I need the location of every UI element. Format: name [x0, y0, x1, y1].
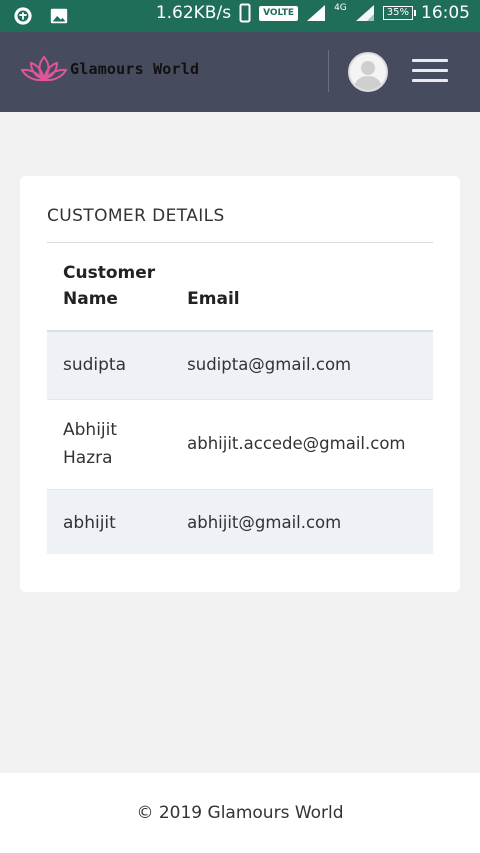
table-row[interactable]: abhijit abhijit@gmail.com 95 — [47, 489, 433, 554]
customer-table: Customer Name Email M sudipta sudipta@gm… — [47, 244, 433, 554]
brand-name: Glamours World — [70, 60, 200, 78]
cell-email: abhijit.accede@gmail.com — [187, 434, 406, 453]
table-row[interactable]: Abhijit Hazra abhijit.accede@gmail.com 9… — [47, 399, 433, 489]
menu-bar-top — [412, 59, 448, 62]
column-header-mobile[interactable]: M — [421, 244, 433, 332]
network-speed: 1.62KB/s — [155, 3, 232, 23]
cell-mobile: 95 — [422, 489, 434, 554]
status-left-icons — [12, 6, 70, 26]
image-notification-icon — [50, 8, 68, 24]
lotus-icon — [20, 55, 68, 82]
user-avatar-icon[interactable] — [348, 52, 388, 92]
signal-icon-2 — [355, 5, 374, 21]
cell-customer-name: abhijit — [63, 513, 116, 533]
volte-badge: VOLTE — [259, 5, 299, 21]
cell-mobile: 95 — [422, 399, 434, 489]
hamburger-menu-icon[interactable] — [412, 59, 448, 85]
cell-customer-name: Abhijit Hazra — [63, 420, 118, 468]
card-title: CUSTOMER DETAILS — [47, 206, 225, 226]
battery-indicator: 35% — [382, 6, 417, 20]
cell-email: sudipta@gmail.com — [187, 355, 352, 375]
table-row[interactable]: sudipta sudipta@gmail.com 98 — [47, 331, 433, 399]
app-header: Glamours World — [0, 32, 480, 112]
table-scroll-container[interactable]: Customer Name Email M sudipta sudipta@gm… — [47, 244, 433, 554]
copyright-text: © 2019 Glamours World — [136, 803, 344, 823]
network-type: 4G — [334, 2, 347, 13]
signal-icon — [307, 5, 326, 21]
status-bar: 1.62KB/s VOLTE 4G 35% 16:05 — [0, 0, 480, 32]
cell-email: abhijit@gmail.com — [187, 513, 342, 532]
table-header-row: Customer Name Email M — [47, 244, 433, 332]
menu-bar-bottom — [412, 79, 448, 82]
title-divider — [47, 242, 433, 243]
clock: 16:05 — [421, 3, 470, 23]
header-divider — [328, 50, 329, 92]
cell-customer-name: sudipta — [63, 355, 127, 376]
phone-icon — [239, 3, 251, 23]
menu-bar-middle — [412, 69, 448, 72]
cell-mobile: 98 — [422, 331, 434, 399]
status-right: 1.62KB/s VOLTE 4G 35% 16:05 — [156, 3, 470, 23]
column-header-email[interactable]: Email — [171, 244, 422, 332]
brand-logo[interactable]: Glamours World — [20, 54, 199, 84]
page-footer: © 2019 Glamours World — [0, 773, 480, 853]
column-header-customer-name[interactable]: Customer Name — [47, 244, 172, 332]
customer-details-card: CUSTOMER DETAILS Customer Name Email M s… — [20, 176, 460, 592]
user-silhouette-icon — [354, 61, 382, 90]
app-notification-icon — [14, 7, 32, 25]
